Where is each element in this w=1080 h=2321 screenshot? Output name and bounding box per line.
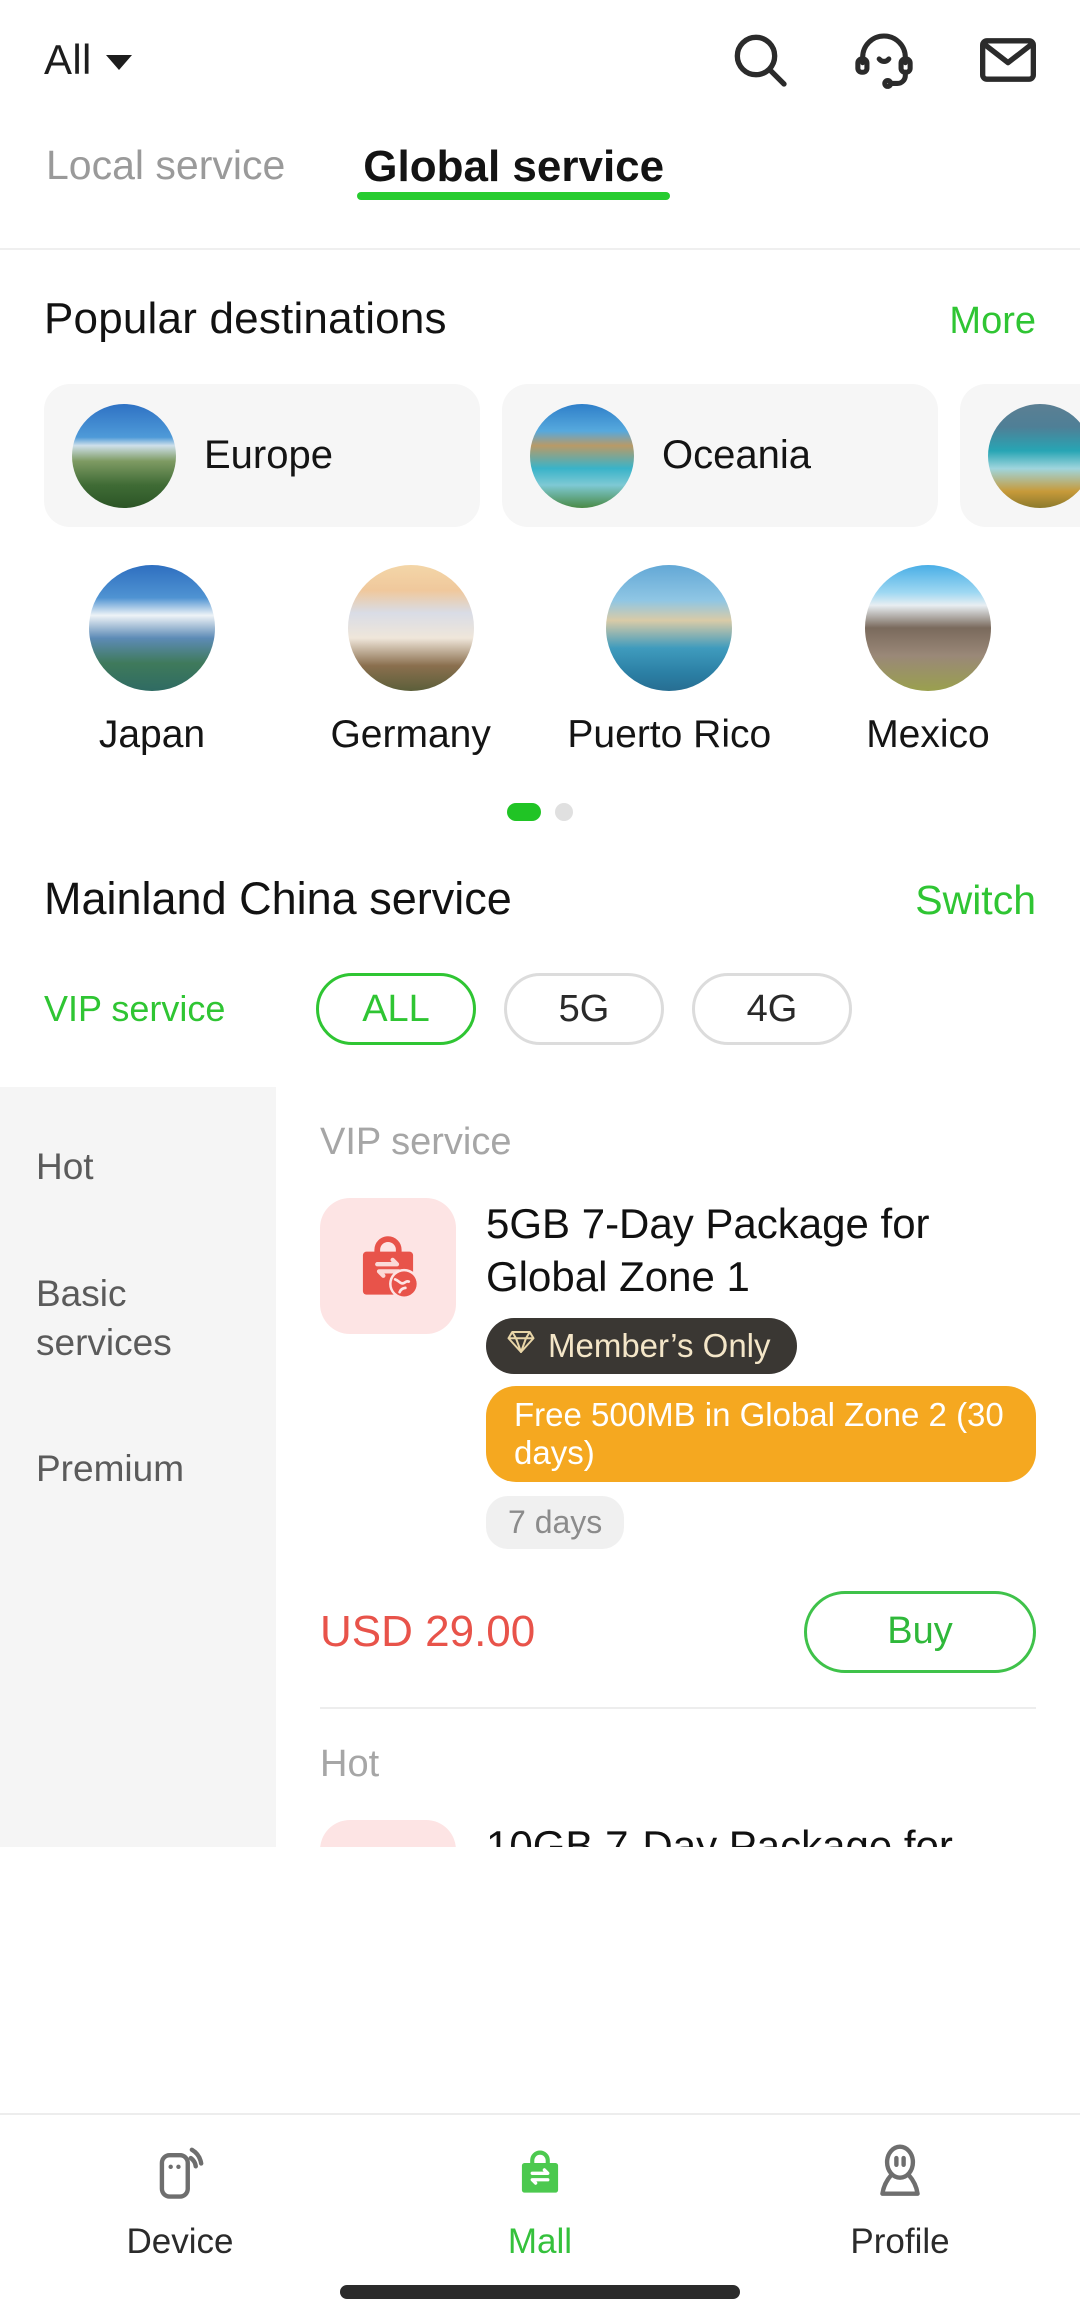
oceania-photo-icon	[530, 403, 634, 508]
tab-local-service-label: Local service	[46, 142, 286, 188]
tab-global-service-label: Global service	[363, 142, 665, 191]
duration-tag: 7 days	[486, 1495, 625, 1549]
country-label: Germany	[330, 713, 491, 756]
country-item-puerto-rico[interactable]: Puerto Rico	[561, 565, 777, 757]
country-label: Mexico	[866, 713, 990, 756]
shopping-bag-icon	[509, 2141, 571, 2208]
product-list: VIP service 5GB 7-Day Package for Global…	[276, 1087, 1080, 1847]
filter-row: VIP service ALL 5G 4G	[0, 925, 1080, 1045]
headset-icon[interactable]	[852, 28, 916, 92]
product-title: 5GB 7-Day Package for Global Zone 1	[486, 1200, 930, 1300]
filter-all-label: All	[44, 36, 92, 83]
japan-photo-icon	[89, 565, 215, 691]
puerto-rico-photo-icon	[606, 565, 733, 691]
sidebar-item-label: Basic services	[36, 1272, 172, 1363]
country-item-japan[interactable]: Japan	[44, 565, 260, 757]
sidebar-item-premium[interactable]: Premium	[0, 1445, 276, 1494]
members-only-label: Member’s Only	[548, 1326, 771, 1364]
product-footer: USD 29.00 Buy	[320, 1549, 1036, 1673]
sidebar-item-label: Premium	[36, 1448, 185, 1490]
category-sidebar: Hot Basic services Premium	[0, 1087, 276, 1847]
status-badge-free-data: Free 500MB in Global Zone 2 (30 days)	[486, 1385, 1036, 1482]
country-label: Puerto Rico	[567, 713, 772, 756]
vip-service-label: VIP service	[44, 988, 226, 1029]
buy-button[interactable]: Buy	[804, 1590, 1036, 1673]
carousel-pagination	[0, 757, 1080, 821]
product-price: USD 29.00	[320, 1606, 536, 1656]
chip-4g-label: 4G	[746, 987, 798, 1030]
chip-all[interactable]: ALL	[316, 973, 476, 1045]
chevron-down-icon	[105, 55, 132, 70]
page-title: Popular destinations	[44, 294, 447, 343]
mainland-china-header: Mainland China service Switch	[0, 821, 1080, 925]
tab-global-service[interactable]: Global service	[349, 120, 678, 200]
mexico-photo-icon	[864, 565, 991, 691]
product-card[interactable]: 5GB 7-Day Package for Global Zone 1 Memb…	[320, 1164, 1036, 1709]
product-details: 10GB 7-Day Package for Greater China 7 d…	[486, 1820, 1036, 1847]
top-bar: All	[0, 0, 1080, 120]
country-item-mexico[interactable]: Mexico	[820, 565, 1036, 757]
product-card[interactable]: 10GB 7-Day Package for Greater China 7 d…	[320, 1786, 1036, 1847]
sidebar-item-hot[interactable]: Hot	[0, 1143, 276, 1192]
chip-all-label: ALL	[362, 987, 430, 1030]
germany-photo-icon	[347, 565, 474, 691]
europe-photo-icon	[72, 403, 176, 508]
nav-item-device[interactable]: Device	[0, 2141, 360, 2262]
chip-4g[interactable]: 4G	[692, 973, 852, 1045]
country-row: Japan Germany Puerto Rico Mexico	[0, 527, 1080, 757]
product-top: 5GB 7-Day Package for Global Zone 1 Memb…	[320, 1198, 1036, 1549]
more-link[interactable]: More	[949, 300, 1036, 343]
device-icon	[149, 2141, 211, 2208]
region-card-label: Oceania	[662, 433, 811, 477]
nav-item-mall[interactable]: Mall	[360, 2141, 720, 2262]
country-item-germany[interactable]: Germany	[303, 565, 519, 757]
shopping-bag-globe-icon	[320, 1819, 456, 1847]
home-indicator	[340, 2285, 740, 2299]
service-tabs: Local service Global service	[0, 120, 1080, 250]
region-card-carousel[interactable]: Europe Oceania	[0, 344, 1080, 527]
search-icon[interactable]	[728, 28, 792, 92]
group-label-vip-service: VIP service	[320, 1121, 512, 1163]
group-label-hot: Hot	[320, 1742, 380, 1785]
shopping-bag-globe-icon	[320, 1198, 456, 1334]
catalog-content: Hot Basic services Premium VIP service 5…	[0, 1087, 1080, 1847]
person-icon	[869, 2141, 931, 2208]
status-badge-members-only: Member’s Only	[486, 1317, 797, 1374]
nav-item-profile[interactable]: Profile	[720, 2141, 1080, 2262]
nav-item-label: Mall	[507, 2222, 573, 2261]
region-card-label: Europe	[204, 433, 333, 477]
product-badges: Member’s Only Free 500MB in Global Zone …	[486, 1317, 1036, 1549]
nav-item-label: Device	[126, 2222, 234, 2261]
buy-button-label: Buy	[887, 1610, 953, 1653]
product-title: 10GB 7-Day Package for Greater China	[486, 1821, 953, 1847]
waterfall-photo-icon	[988, 403, 1080, 508]
pagination-dot[interactable]	[555, 803, 573, 821]
popular-destinations-header: Popular destinations More	[0, 250, 1080, 344]
top-icon-group	[728, 28, 1040, 92]
diamond-icon	[506, 1327, 536, 1365]
chip-5g-label: 5G	[558, 987, 610, 1030]
mainland-china-title: Mainland China service	[44, 873, 512, 924]
sidebar-item-label: Hot	[36, 1146, 94, 1187]
chip-5g[interactable]: 5G	[504, 973, 664, 1045]
filter-all-dropdown[interactable]: All	[44, 36, 132, 84]
nav-item-label: Profile	[850, 2222, 950, 2261]
product-details: 5GB 7-Day Package for Global Zone 1 Memb…	[486, 1198, 1036, 1549]
app-screen: All Local service Global service Popular…	[0, 0, 1080, 2321]
country-label: Japan	[98, 713, 206, 756]
region-card-partial[interactable]	[960, 384, 1080, 527]
sidebar-item-basic-services[interactable]: Basic services	[0, 1270, 276, 1368]
envelope-icon[interactable]	[976, 28, 1040, 92]
switch-link[interactable]: Switch	[915, 877, 1036, 924]
region-card-europe[interactable]: Europe	[44, 384, 480, 527]
bottom-navigation: Device Mall Profile	[0, 2113, 1080, 2321]
product-top: 10GB 7-Day Package for Greater China 7 d…	[320, 1819, 1036, 1847]
tab-local-service[interactable]: Local service	[32, 120, 299, 189]
network-filter-chips: ALL 5G 4G	[316, 973, 852, 1045]
pagination-dot-active[interactable]	[507, 803, 541, 821]
region-card-oceania[interactable]: Oceania	[502, 384, 938, 527]
